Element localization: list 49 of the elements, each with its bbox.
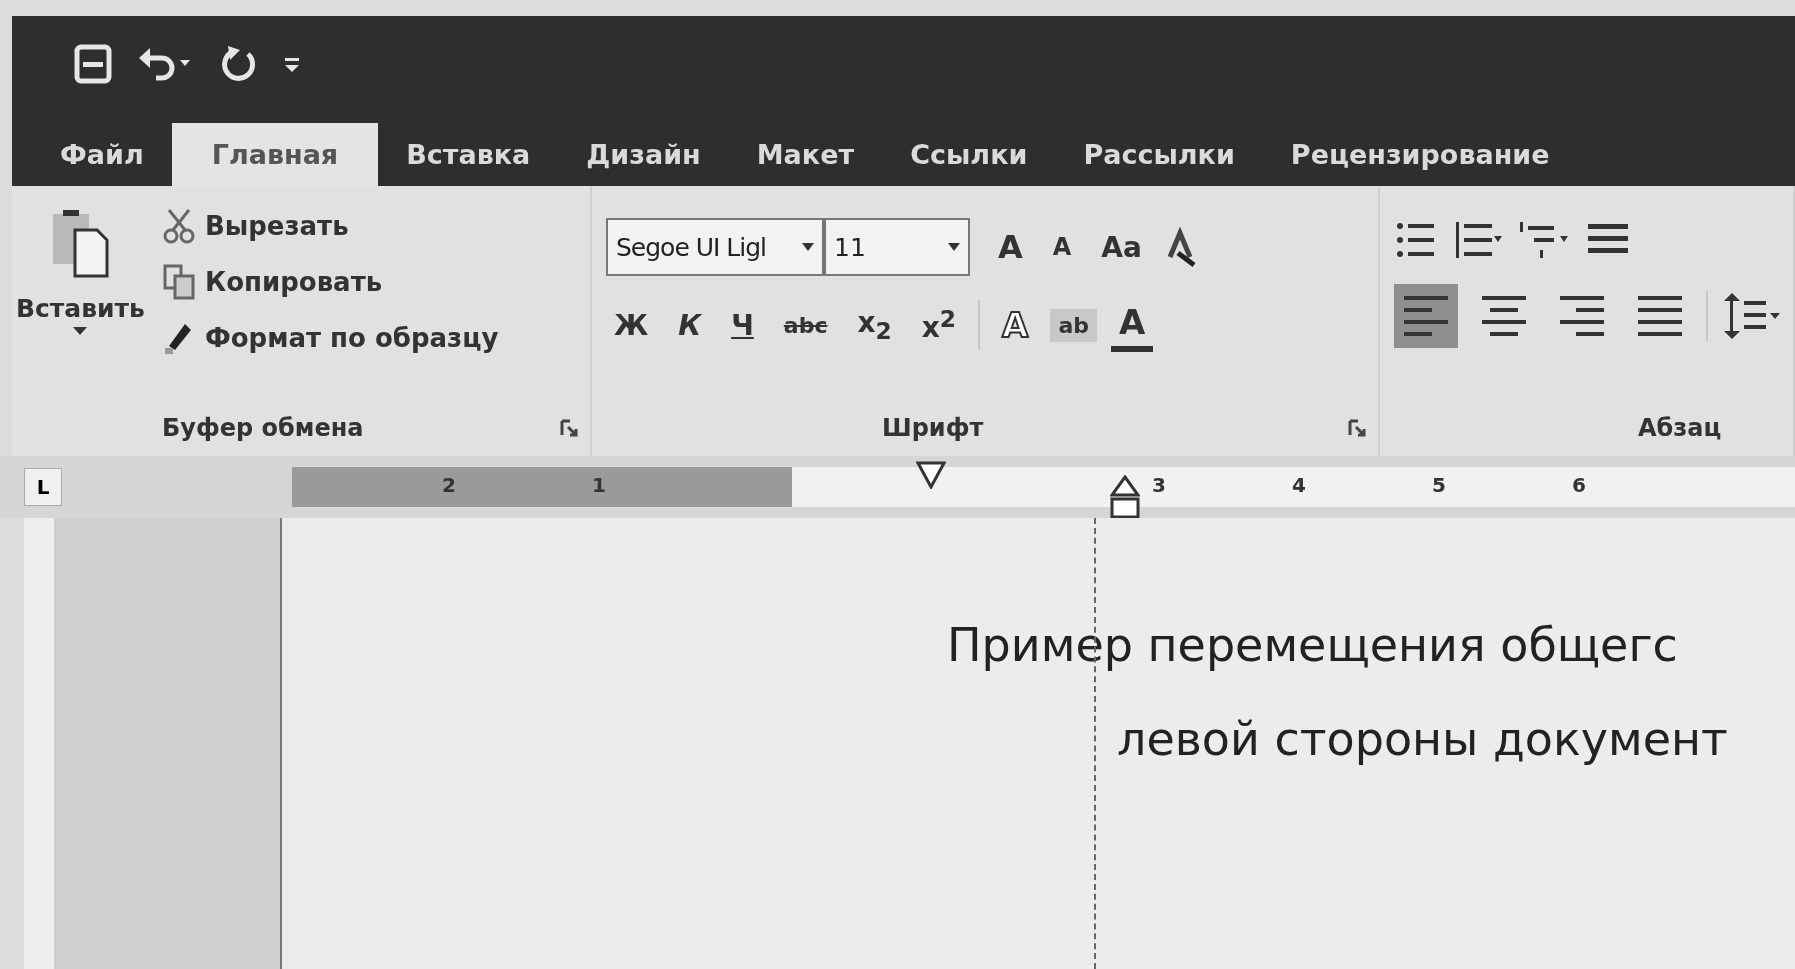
scissors-icon — [162, 208, 195, 244]
ruler-number: 4 — [1292, 473, 1306, 497]
left-indent-marker[interactable] — [1110, 475, 1140, 519]
ribbon-tab[interactable]: Макет — [728, 127, 883, 186]
dialog-launcher-icon[interactable] — [1348, 419, 1366, 437]
font-name-field[interactable]: Segoe UI Ligl — [606, 218, 824, 276]
ruler-number: 5 — [1432, 473, 1446, 497]
document-text-line: левой стороны документ — [1116, 711, 1729, 766]
save-icon[interactable] — [74, 44, 112, 84]
group-label: Абзац — [1638, 414, 1722, 442]
clipboard-command[interactable]: Формат по образцу — [162, 320, 499, 356]
dropdown-arrow-icon[interactable] — [802, 243, 814, 251]
group-label: Буфер обмена — [162, 414, 364, 442]
ribbon-tab[interactable]: Рецензирование — [1262, 127, 1578, 186]
ruler-number: 3 — [1152, 473, 1166, 497]
clipboard-command[interactable]: Вырезать — [162, 208, 499, 244]
first-line-indent-marker[interactable] — [916, 461, 946, 489]
change-case-button[interactable]: Aa — [1093, 226, 1150, 268]
paste-button[interactable]: Вставить — [12, 186, 149, 414]
ribbon-tab[interactable]: Ссылки — [882, 127, 1056, 186]
italic-button[interactable]: К — [670, 304, 710, 346]
group-label: Шрифт — [882, 414, 984, 442]
ruler-number: 6 — [1572, 473, 1586, 497]
ribbon-tab[interactable]: Вставка — [378, 127, 559, 186]
font-color-button[interactable]: A — [1110, 298, 1154, 352]
ruler-number: 2 — [442, 473, 456, 497]
underline-button[interactable]: Ч — [723, 304, 762, 346]
dropdown-arrow-icon[interactable] — [948, 243, 960, 251]
sup-button[interactable]: x$^{2}$ — [913, 301, 965, 349]
sub-button[interactable]: x$_{2}$ — [849, 301, 900, 349]
line-spacing-icon[interactable] — [1722, 291, 1782, 341]
ribbon-tab[interactable]: Главная — [171, 123, 379, 186]
grow-font-button[interactable]: A — [990, 224, 1031, 270]
ribbon-tab[interactable]: Файл — [32, 127, 172, 186]
shrink-font-button[interactable]: A — [1044, 229, 1080, 265]
tab-selector[interactable]: L — [24, 468, 62, 506]
ribbon-tab[interactable]: Дизайн — [558, 127, 729, 186]
dropdown-arrow-icon — [73, 327, 88, 335]
ribbon-tab[interactable]: Рассылки — [1055, 127, 1263, 186]
font-size-field[interactable]: 11 — [824, 218, 970, 276]
copy-icon — [162, 264, 195, 300]
align-left-icon[interactable] — [1394, 284, 1458, 348]
document-text-line: Пример перемещения общегс — [946, 617, 1679, 672]
ruler-number: 1 — [592, 473, 606, 497]
highlight-button[interactable]: ab — [1050, 308, 1097, 342]
dialog-launcher-icon[interactable] — [560, 419, 578, 437]
bold-button[interactable]: Ж — [606, 304, 657, 346]
strike-button[interactable]: abc — [775, 308, 836, 342]
clipboard-command[interactable]: Копировать — [162, 264, 499, 300]
